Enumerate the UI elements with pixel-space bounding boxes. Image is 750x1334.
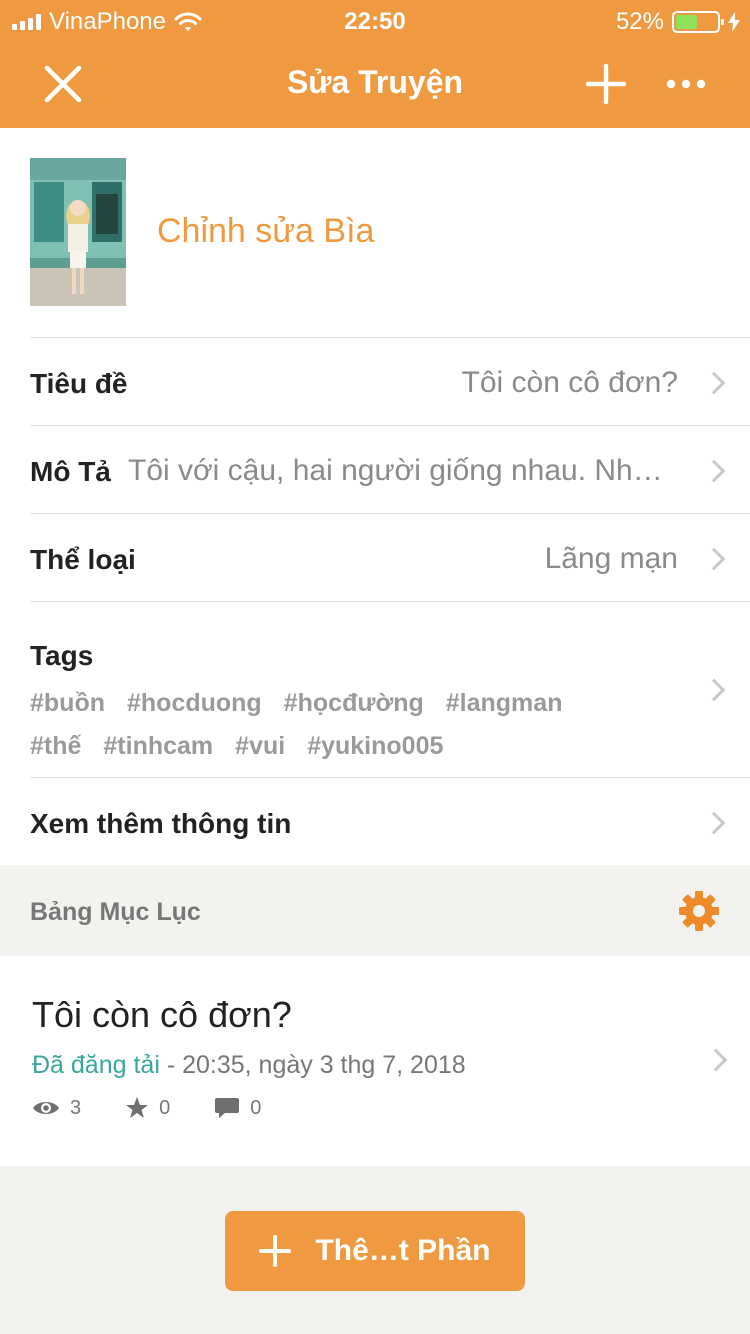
add-part-button[interactable]: Thê…t Phần bbox=[225, 1211, 525, 1291]
more-icon bbox=[666, 79, 706, 89]
page-title: Sửa Truyện bbox=[286, 64, 464, 100]
description-value: Tôi với cậu, hai người giống nhau. Nh… bbox=[128, 454, 663, 487]
plus-icon bbox=[586, 64, 626, 104]
part-stats: 3 0 0 bbox=[32, 1096, 305, 1120]
votes-stat: 0 bbox=[125, 1096, 170, 1120]
genre-row[interactable]: Thể loại Lãng mạn bbox=[30, 513, 750, 601]
tags-row[interactable]: Tags #buồn #hocduong #họcđường #langman #th… bbox=[30, 601, 750, 777]
charging-icon bbox=[728, 12, 740, 32]
part-meta: Đã đăng tải - 20:35, ngày 3 thg 7, 2018 bbox=[32, 1051, 466, 1080]
star-icon bbox=[126, 1097, 149, 1118]
add-part-label: Thê…t Phần bbox=[315, 1234, 491, 1267]
chevron-right-icon bbox=[702, 459, 726, 483]
part-date: - 20:35, ngày 3 thg 7, 2018 bbox=[159, 1051, 466, 1079]
tag: #buồn bbox=[30, 689, 105, 717]
battery-icon bbox=[672, 11, 724, 33]
views-count: 3 bbox=[70, 1096, 82, 1119]
chevron-right-icon bbox=[702, 678, 726, 702]
more-button[interactable] bbox=[656, 54, 716, 114]
chevron-right-icon bbox=[702, 811, 726, 835]
navigation-bar: Sửa Truyện bbox=[0, 40, 750, 128]
status-right: 52% bbox=[616, 8, 740, 36]
status-bar: VinaPhone 22:50 52% bbox=[0, 0, 750, 40]
genre-label: Thể loại bbox=[30, 544, 136, 575]
description-label: Mô Tả bbox=[30, 456, 111, 487]
votes-count: 0 bbox=[159, 1096, 171, 1119]
gear-icon[interactable] bbox=[678, 890, 720, 932]
tag: #langman bbox=[445, 689, 563, 717]
table-of-contents-header: Bảng Mục Lục bbox=[0, 865, 750, 955]
description-row[interactable]: Mô Tả Tôi với cậu, hai người giống nhau.… bbox=[30, 425, 750, 513]
add-button[interactable] bbox=[576, 54, 636, 114]
part-title: Tôi còn cô đơn? bbox=[32, 994, 292, 1035]
more-info-row[interactable]: Xem thêm thông tin bbox=[30, 777, 750, 865]
tag: #thế bbox=[30, 732, 82, 760]
tags-label: Tags bbox=[30, 640, 94, 671]
part-list-item[interactable]: Tôi còn cô đơn? Đã đăng tải - 20:35, ngà… bbox=[0, 956, 750, 1166]
part-status: Đã đăng tải bbox=[32, 1051, 160, 1079]
tag: #họcđường bbox=[283, 689, 424, 717]
chevron-right-icon bbox=[702, 547, 726, 571]
title-row[interactable]: Tiêu đề Tôi còn cô đơn? bbox=[30, 337, 750, 425]
chevron-right-icon bbox=[702, 371, 726, 395]
story-details: Chỉnh sửa Bìa Tiêu đề Tôi còn cô đơn? Mô… bbox=[0, 128, 750, 865]
comment-icon bbox=[215, 1098, 240, 1118]
views-stat: 3 bbox=[32, 1097, 81, 1120]
plus-icon bbox=[259, 1235, 292, 1267]
cover-illustration bbox=[30, 158, 126, 306]
title-value: Tôi còn cô đơn? bbox=[461, 366, 678, 399]
comments-stat: 0 bbox=[214, 1096, 261, 1120]
tag-list: #buồn #hocduong #họcđường #langman #thế #tin… bbox=[30, 682, 630, 768]
more-info-label: Xem thêm thông tin bbox=[30, 808, 292, 839]
battery-level bbox=[676, 15, 697, 29]
app-header: VinaPhone 22:50 52% Sửa Truyện bbox=[0, 0, 750, 128]
chevron-right-icon bbox=[704, 1048, 728, 1072]
genre-value: Lãng mạn bbox=[544, 542, 678, 575]
tag: #hocduong bbox=[127, 689, 262, 717]
edit-cover-link[interactable]: Chỉnh sửa Bìa bbox=[157, 212, 374, 251]
tag: #tinhcam bbox=[103, 732, 214, 760]
cover-row[interactable]: Chỉnh sửa Bìa bbox=[30, 158, 750, 338]
tag: #yukino005 bbox=[307, 732, 444, 760]
cover-image[interactable] bbox=[30, 158, 126, 306]
comments-count: 0 bbox=[250, 1096, 262, 1119]
title-label: Tiêu đề bbox=[30, 368, 128, 399]
battery-percent: 52% bbox=[615, 8, 664, 35]
tag: #vui bbox=[235, 732, 286, 760]
eye-icon bbox=[33, 1102, 59, 1114]
toc-header-label: Bảng Mục Lục bbox=[30, 898, 201, 926]
